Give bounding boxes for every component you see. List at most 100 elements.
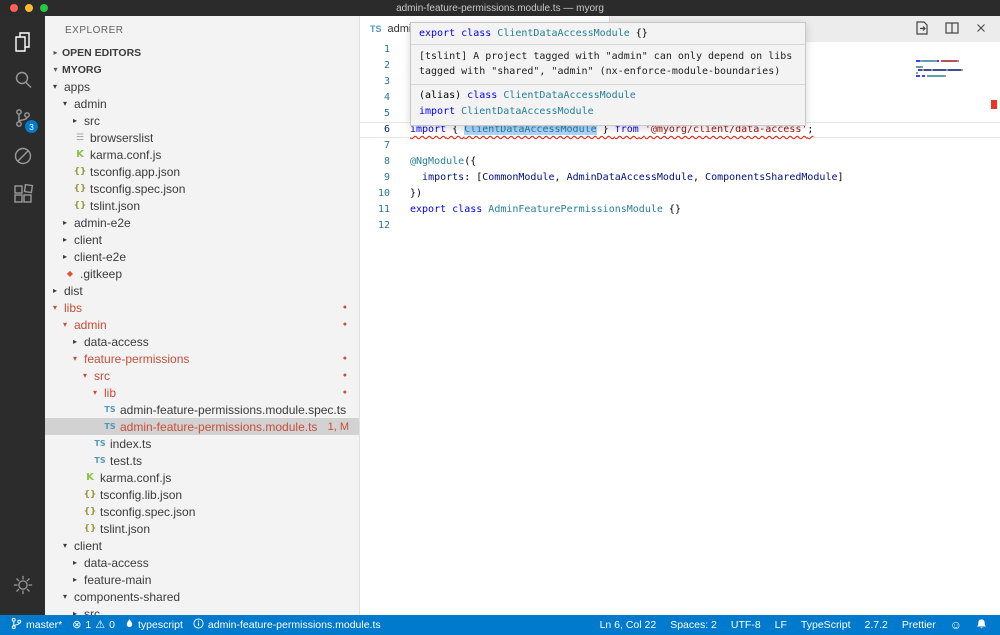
tree-file-tsconfig.app.json[interactable]: {}tsconfig.app.json (45, 163, 359, 180)
feedback-smiley-button[interactable]: ☺ (943, 618, 969, 632)
tree-folder-libs[interactable]: ▾libs● (45, 299, 359, 316)
formatter-indicator[interactable]: Prettier (895, 619, 943, 631)
code-line-8[interactable]: 8@NgModule({ (360, 154, 1000, 170)
tree-folder-apps[interactable]: ▾apps (45, 78, 359, 95)
line-number[interactable]: 4 (360, 90, 406, 106)
line-number[interactable]: 2 (360, 58, 406, 74)
open-editors-section-header[interactable]: ▸ OPEN EDITORS (45, 44, 359, 61)
tree-folder-components-shared[interactable]: ▾components-shared (45, 588, 359, 605)
line-number[interactable]: 11 (360, 202, 406, 218)
tree-folder-data-access[interactable]: ▸data-access (45, 554, 359, 571)
tree-folder-feature-permissions[interactable]: ▾feature-permissions● (45, 350, 359, 367)
code-token: {} (663, 204, 681, 215)
git-branch-status[interactable]: master* (6, 615, 67, 635)
code-token: {} (630, 28, 648, 39)
minimap-token (921, 66, 923, 68)
branch-name: master* (26, 619, 62, 631)
line-number[interactable]: 1 (360, 42, 406, 58)
tree-folder-data-access[interactable]: ▸data-access (45, 333, 359, 350)
search-view-button[interactable] (0, 62, 45, 100)
explorer-view-button[interactable] (0, 24, 45, 62)
code-token: , (693, 172, 705, 183)
language-indicator[interactable]: TypeScript (794, 619, 858, 631)
minimize-window-button[interactable] (25, 4, 33, 12)
code-line-11[interactable]: 11export class AdminFeaturePermissionsMo… (360, 202, 1000, 218)
tree-folder-dist[interactable]: ▸dist (45, 282, 359, 299)
code-line-9[interactable]: 9 imports: [CommonModule, AdminDataAcces… (360, 170, 1000, 186)
active-file-status[interactable]: admin-feature-permissions.module.ts (188, 615, 386, 635)
tree-file-tslint.json[interactable]: {}tslint.json (45, 197, 359, 214)
line-number[interactable]: 8 (360, 154, 406, 170)
tree-file-tsconfig.lib.json[interactable]: {}tsconfig.lib.json (45, 486, 359, 503)
tree-folder-src[interactable]: ▾src● (45, 367, 359, 384)
tree-folder-admin[interactable]: ▾admin● (45, 316, 359, 333)
line-number[interactable]: 12 (360, 218, 406, 234)
typescript-status[interactable]: typescript (120, 615, 188, 635)
tree-file-karma.conf.js[interactable]: Kkarma.conf.js (45, 146, 359, 163)
minimap-line (916, 45, 986, 47)
line-number[interactable]: 10 (360, 186, 406, 202)
tree-folder-src[interactable]: ▸src (45, 605, 359, 615)
code-editor[interactable]: 123456import { ClientDataAccessModule } … (360, 42, 1000, 615)
indentation-indicator[interactable]: Spaces: 2 (663, 619, 724, 631)
tree-folder-src[interactable]: ▸src (45, 112, 359, 129)
tree-item-label: feature-main (84, 573, 151, 587)
code-line-10[interactable]: 10}) (360, 186, 1000, 202)
flame-icon (125, 618, 134, 632)
tree-file-tsconfig.spec.json[interactable]: {}tsconfig.spec.json (45, 180, 359, 197)
line-number[interactable]: 9 (360, 170, 406, 186)
code-line-7[interactable]: 7 (360, 138, 1000, 154)
extensions-view-button[interactable] (0, 176, 45, 214)
line-number[interactable]: 7 (360, 138, 406, 154)
tree-item-label: karma.conf.js (100, 471, 171, 485)
chevron-right-icon: ▸ (63, 235, 74, 244)
tree-file-tslint.json[interactable]: {}tslint.json (45, 520, 359, 537)
tree-folder-admin-e2e[interactable]: ▸admin-e2e (45, 214, 359, 231)
zoom-window-button[interactable] (40, 4, 48, 12)
tree-file-tsconfig.spec.json[interactable]: {}tsconfig.spec.json (45, 503, 359, 520)
close-window-button[interactable] (10, 4, 18, 12)
tree-file-test.ts[interactable]: TStest.ts (45, 452, 359, 469)
minimap[interactable] (916, 45, 986, 81)
tree-file-admin-feature-permissions.module.spec.ts[interactable]: TSadmin-feature-permissions.module.spec.… (45, 401, 359, 418)
tree-file-browserslist[interactable]: ☰browserslist (45, 129, 359, 146)
notifications-button[interactable] (969, 618, 994, 633)
tree-file-karma.conf.js[interactable]: Kkarma.conf.js (45, 469, 359, 486)
line-number[interactable]: 5 (360, 106, 406, 122)
workspace-section-header[interactable]: ▾ MYORG (45, 61, 359, 78)
eol-indicator[interactable]: LF (768, 619, 794, 631)
chevron-down-icon: ▾ (63, 592, 74, 601)
line-col-indicator[interactable]: Ln 6, Col 22 (593, 619, 664, 631)
chevron-down-icon: ▾ (93, 388, 104, 397)
split-editor-icon[interactable] (944, 20, 960, 39)
minimap-line (916, 72, 986, 74)
code-line-12[interactable]: 12 (360, 218, 1000, 234)
tree-item-label: tslint.json (100, 522, 150, 536)
typescript-file-icon: TS (370, 24, 382, 34)
line-number[interactable]: 6 (360, 122, 406, 138)
open-changes-icon[interactable] (914, 20, 930, 39)
encoding-indicator[interactable]: UTF-8 (724, 619, 768, 631)
minimap-token (916, 72, 918, 74)
ts-version-indicator[interactable]: 2.7.2 (858, 619, 895, 631)
bell-icon (976, 618, 987, 633)
tree-file-.gitkeep[interactable]: ◆.gitkeep (45, 265, 359, 282)
problems-status[interactable]: ⊗ 1 ⚠ 0 (67, 615, 120, 635)
source-control-view-button[interactable]: 3 (0, 100, 45, 138)
settings-button[interactable] (0, 567, 45, 605)
tree-folder-feature-main[interactable]: ▸feature-main (45, 571, 359, 588)
close-icon[interactable] (974, 21, 988, 38)
search-icon (11, 68, 35, 95)
tree-folder-client[interactable]: ▸client (45, 231, 359, 248)
tree-folder-client-e2e[interactable]: ▸client-e2e (45, 248, 359, 265)
tree-file-index.ts[interactable]: TSindex.ts (45, 435, 359, 452)
tree-file-admin-feature-permissions.module.ts[interactable]: TSadmin-feature-permissions.module.ts1, … (45, 418, 359, 435)
tree-item-label: karma.conf.js (90, 148, 161, 162)
code-token: ] (838, 172, 844, 183)
line-number[interactable]: 3 (360, 74, 406, 90)
tree-folder-client[interactable]: ▾client (45, 537, 359, 554)
debug-view-button[interactable] (0, 138, 45, 176)
tree-folder-admin[interactable]: ▾admin (45, 95, 359, 112)
minimap-line (916, 75, 986, 77)
tree-folder-lib[interactable]: ▾lib● (45, 384, 359, 401)
